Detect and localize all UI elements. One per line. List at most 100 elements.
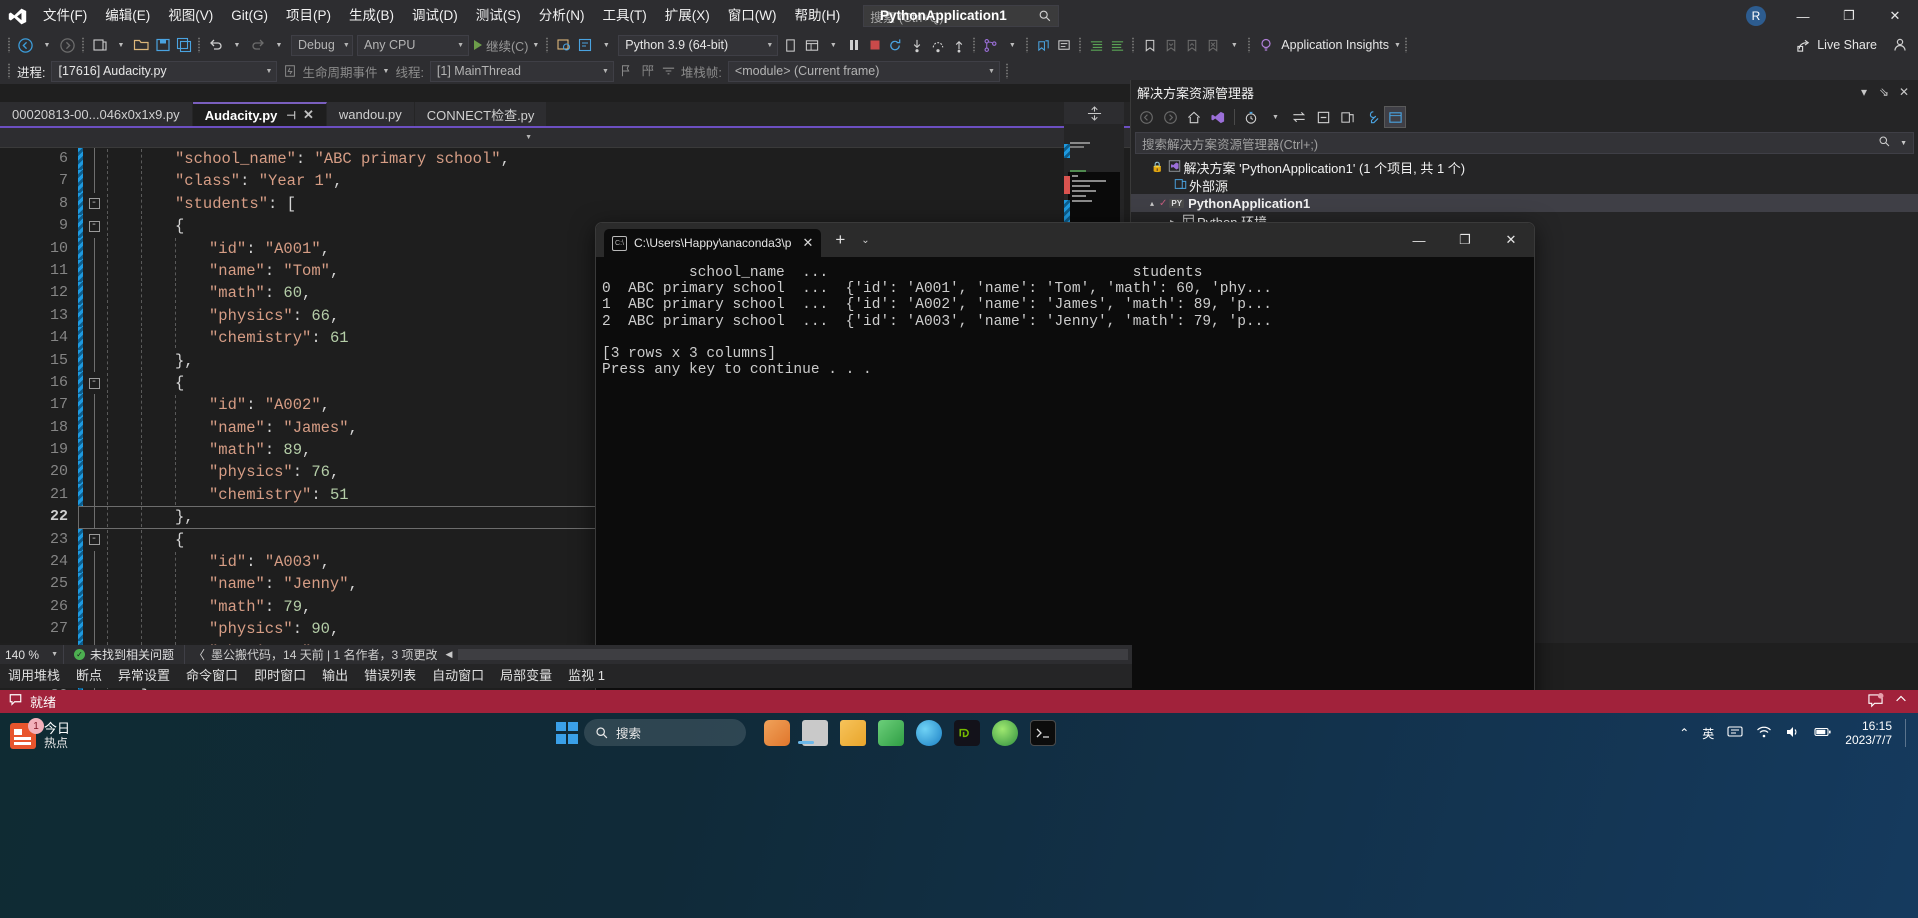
dock-tab-watch-1[interactable]: 监视 1: [560, 664, 613, 688]
code-line[interactable]: 8 - "students": [: [0, 192, 1132, 216]
sol-pending-changes-icon[interactable]: [1240, 106, 1262, 128]
start-button-icon[interactable]: [556, 721, 578, 744]
fold-toggle-icon[interactable]: -: [83, 534, 105, 546]
debug-toolbar-grip[interactable]: [7, 62, 12, 80]
editor-horizontal-scrollbar[interactable]: [458, 649, 1128, 660]
menu-file[interactable]: 文件(F): [34, 0, 96, 32]
application-insights-label[interactable]: Application Insights: [1281, 38, 1389, 52]
terminal-new-tab-icon[interactable]: +: [835, 230, 845, 250]
tree-node-pythonapplication1[interactable]: ▴ ✓ PY PythonApplication1: [1131, 194, 1918, 212]
close-button[interactable]: ✕: [1872, 0, 1918, 32]
minimize-button[interactable]: —: [1780, 0, 1826, 32]
feedback-person-icon[interactable]: [1889, 34, 1910, 56]
account-avatar[interactable]: R: [1746, 6, 1766, 26]
tab-audacity-py[interactable]: Audacity.py ⊣ ✕: [192, 102, 327, 126]
dock-tab-immediate-window[interactable]: 即时窗口: [246, 664, 314, 688]
dock-tab-command-window[interactable]: 命令窗口: [178, 664, 246, 688]
outdent-list-icon[interactable]: [1107, 34, 1128, 56]
taskbar-app-folder-orange-icon[interactable]: [764, 719, 790, 746]
memory-window-icon[interactable]: [780, 34, 801, 56]
tree-twisty-2[interactable]: ▴: [1145, 199, 1159, 208]
sol-collapse-all-icon[interactable]: [1312, 106, 1334, 128]
flag-icon[interactable]: [616, 60, 637, 82]
fold-toggle-icon[interactable]: -: [83, 377, 105, 389]
code-line[interactable]: 7 "class": "Year 1",: [0, 170, 1132, 193]
redo-icon[interactable]: [247, 34, 268, 56]
show-desktop-button[interactable]: [1905, 719, 1910, 747]
taskbar-app-nvidia-icon[interactable]: [954, 719, 980, 746]
stack-frame-combo[interactable]: <module> (Current frame) ▼: [727, 60, 1000, 82]
dock-tab-locals[interactable]: 局部变量: [492, 664, 560, 688]
navigation-dropdown-icon[interactable]: ▼: [525, 134, 532, 141]
step-over-icon[interactable]: [927, 34, 948, 56]
toolbar-grip-6[interactable]: [1025, 36, 1030, 54]
status-notification-icon[interactable]: [1867, 692, 1884, 711]
sol-sync-icon[interactable]: [1288, 106, 1310, 128]
tray-ime-icon[interactable]: [1727, 725, 1743, 742]
lifecycle-events-icon[interactable]: [279, 60, 300, 82]
sol-forward-icon[interactable]: [1159, 106, 1181, 128]
toolbar-grip-4[interactable]: [545, 36, 550, 54]
navigate-forward-icon[interactable]: [57, 34, 78, 56]
panel-dropdown-icon[interactable]: ▾: [1856, 85, 1872, 99]
terminal-tab-close-icon[interactable]: ✕: [802, 235, 813, 251]
debug-dropdown-icon[interactable]: ▼: [595, 34, 616, 56]
taskbar-app-calendar-icon[interactable]: [878, 719, 904, 746]
layout-dropdown-icon[interactable]: ▼: [822, 34, 843, 56]
process-combo[interactable]: [17616] Audacity.py ▼: [51, 60, 278, 82]
open-file-icon[interactable]: [131, 34, 152, 56]
lifecycle-events-label[interactable]: 生命周期事件: [302, 62, 377, 81]
indent-list-icon[interactable]: [1086, 34, 1107, 56]
toolbar-grip-9[interactable]: [1247, 36, 1252, 54]
tray-chevron-icon[interactable]: ⌃: [1679, 726, 1689, 740]
toolbar-grip-3[interactable]: [197, 36, 202, 54]
tray-battery-icon[interactable]: [1814, 726, 1832, 741]
taskbar-clock[interactable]: 16:15 2023/7/7: [1845, 719, 1892, 747]
step-into-icon[interactable]: [906, 34, 927, 56]
toolbar-grip-2[interactable]: [81, 36, 86, 54]
menu-window[interactable]: 窗口(W): [719, 0, 786, 32]
undo-icon[interactable]: [205, 34, 226, 56]
dock-tab-exception-settings[interactable]: 异常设置: [110, 664, 178, 688]
save-all-icon[interactable]: [173, 34, 194, 56]
navigate-back-icon[interactable]: [15, 34, 36, 56]
menu-help[interactable]: 帮助(H): [785, 0, 849, 32]
toggle-bookmark-icon[interactable]: [1033, 34, 1054, 56]
dock-tab-call-stack[interactable]: 调用堆栈: [0, 664, 68, 688]
issue-status[interactable]: ✓ 未找到相关问题: [64, 645, 186, 664]
layout-window-icon[interactable]: [801, 34, 822, 56]
menu-test[interactable]: 测试(S): [467, 0, 530, 32]
taskbar-app-chrome-icon[interactable]: [992, 719, 1018, 746]
solution-platform-combo[interactable]: Any CPU ▼: [357, 34, 469, 56]
toolbar-grip-10[interactable]: [1404, 36, 1409, 54]
dock-tab-breakpoints[interactable]: 断点: [68, 664, 110, 688]
sol-pending-dropdown-icon[interactable]: ▼: [1264, 106, 1286, 128]
save-icon[interactable]: [152, 34, 173, 56]
filter-threads-icon[interactable]: [658, 60, 679, 82]
prev-bookmark-icon[interactable]: [1160, 34, 1181, 56]
branch-icon[interactable]: [980, 34, 1001, 56]
menu-edit[interactable]: 编辑(E): [96, 0, 159, 32]
bookmark-dropdown-icon[interactable]: ▼: [1223, 34, 1244, 56]
toolbar-grip[interactable]: [7, 36, 12, 54]
next-bookmark-icon[interactable]: [1181, 34, 1202, 56]
terminal-tab[interactable]: C:\ C:\Users\Happy\anaconda3\p ✕: [604, 229, 822, 257]
panel-pin-icon[interactable]: ⇘: [1876, 85, 1892, 99]
terminal-tab-menu-icon[interactable]: ⌄: [861, 235, 869, 246]
sol-back-icon[interactable]: [1135, 106, 1157, 128]
codelens-info[interactable]: 〈 墨公搬代码，14 天前 | 1 名作者，3 项更改: [185, 646, 446, 663]
close-tab-icon[interactable]: ✕: [303, 107, 314, 123]
solution-search-dropdown-icon[interactable]: ▼: [1900, 140, 1907, 147]
live-share-button[interactable]: Live Share: [1796, 38, 1877, 53]
terminal-close-button[interactable]: ✕: [1488, 223, 1534, 257]
step-out-icon[interactable]: [948, 34, 969, 56]
stop-debug-icon[interactable]: [864, 34, 885, 56]
taskbar-app-edge-icon[interactable]: [916, 719, 942, 746]
menu-extensions[interactable]: 扩展(X): [656, 0, 719, 32]
pin-icon[interactable]: ⊣: [286, 109, 296, 122]
comment-block-icon[interactable]: [1054, 34, 1075, 56]
editor-split-handle[interactable]: [1064, 102, 1124, 124]
sol-properties-icon[interactable]: [1360, 106, 1382, 128]
lifecycle-dropdown-icon[interactable]: ▼: [383, 68, 390, 75]
maximize-button[interactable]: ❐: [1826, 0, 1872, 32]
